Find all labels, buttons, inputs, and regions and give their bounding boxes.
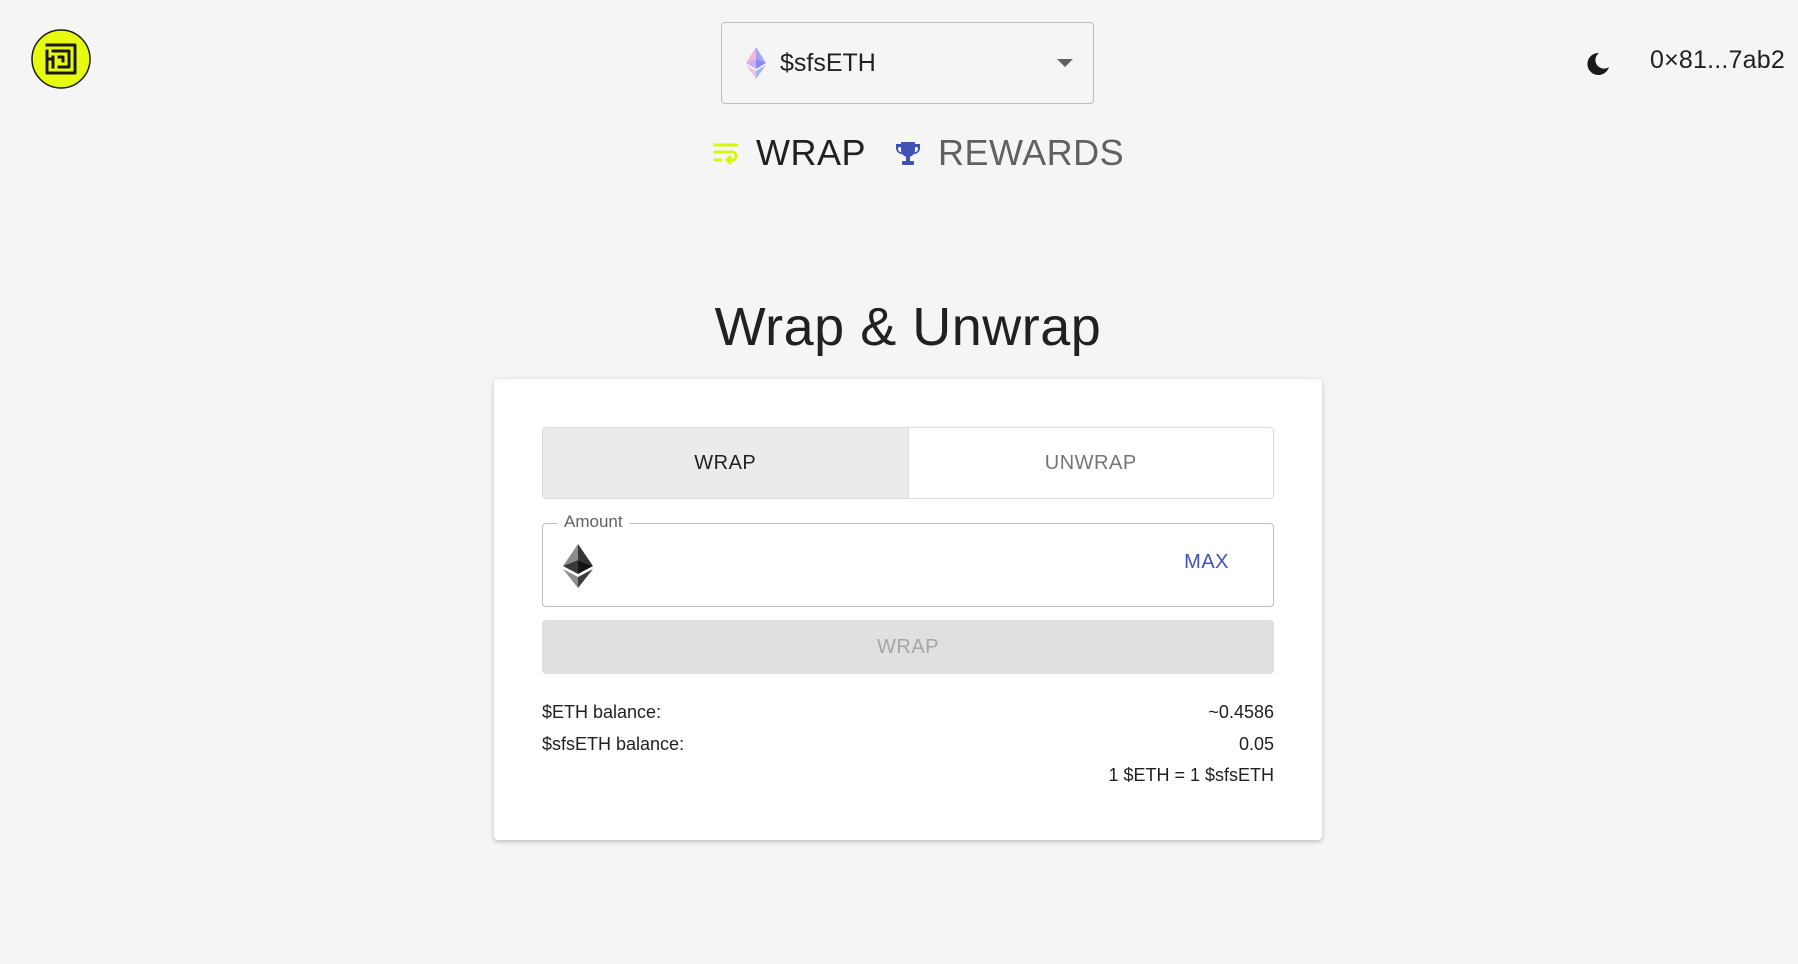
exchange-rate: 1 $ETH = 1 $sfsETH — [1108, 765, 1274, 785]
sfseth-balance-label: $sfsETH balance: — [542, 734, 685, 754]
chevron-down-icon — [1057, 59, 1073, 67]
amount-label: Amount — [557, 512, 630, 532]
wrap-card: WRAP UNWRAP Amount MAX WRAP $ETH balance… — [494, 379, 1322, 840]
wallet-address-button[interactable]: 0×81...7ab2 — [1650, 46, 1785, 75]
ethereum-icon — [563, 544, 593, 588]
eth-balance-value: ~0.4586 — [1208, 702, 1274, 722]
token-select[interactable]: $sfsETH — [721, 22, 1094, 104]
token-select-value: $sfsETH — [780, 48, 876, 77]
exchange-rate-row: 1 $ETH = 1 $sfsETH — [542, 765, 1274, 786]
amount-field: Amount MAX — [542, 512, 1274, 607]
sfseth-balance-value: 0.05 — [1238, 734, 1274, 754]
nav-tab-rewards[interactable]: REWARDS — [894, 132, 1124, 174]
maze-logo-icon — [31, 29, 91, 89]
page-title: Wrap & Unwrap — [714, 297, 1102, 357]
wrap-submit-button[interactable]: WRAP — [542, 620, 1274, 674]
mode-toggle-group: WRAP UNWRAP — [542, 427, 1274, 499]
eth-balance-row: $ETH balance: ~0.4586 — [542, 702, 1274, 723]
nav-tab-wrap-label: WRAP — [756, 132, 866, 173]
mode-unwrap-button[interactable]: UNWRAP — [907, 428, 1273, 498]
max-button[interactable]: MAX — [1184, 551, 1229, 574]
app-logo[interactable] — [31, 29, 91, 89]
main-nav: WRAP REWARDS — [712, 132, 1124, 174]
sfseth-balance-row: $sfsETH balance: 0.05 — [542, 734, 1274, 755]
moon-icon — [1587, 52, 1609, 75]
amount-input[interactable] — [607, 544, 1151, 590]
trophy-icon — [896, 142, 920, 165]
ethereum-color-icon — [746, 47, 766, 79]
nav-tab-rewards-label: REWARDS — [938, 132, 1125, 173]
nav-tab-wrap[interactable]: WRAP — [712, 132, 866, 174]
mode-wrap-button[interactable]: WRAP — [543, 428, 908, 498]
theme-toggle-button[interactable] — [1584, 50, 1612, 78]
eth-balance-label: $ETH balance: — [542, 702, 662, 722]
wrap-lines-icon — [713, 143, 739, 165]
